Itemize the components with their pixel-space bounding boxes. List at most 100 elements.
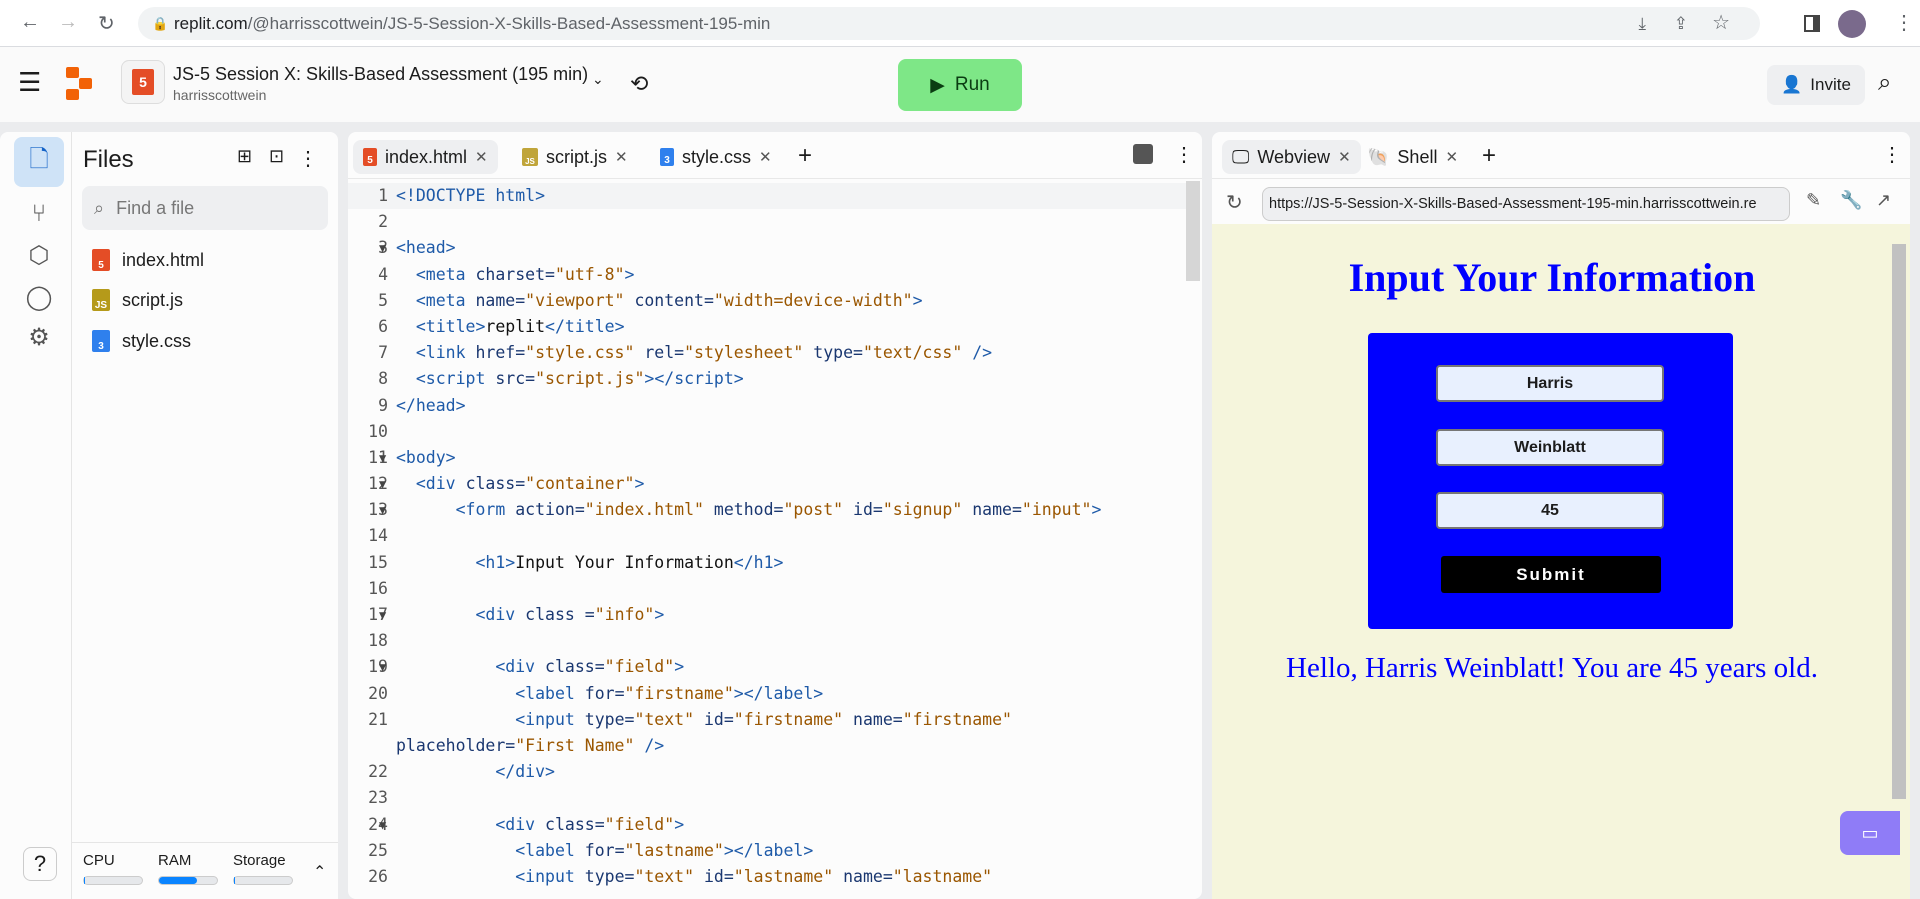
code-line[interactable]: 7 <link href="style.css" rel="stylesheet…: [348, 340, 1202, 366]
code-line[interactable]: placeholder="First Name" />: [348, 733, 1202, 759]
menu-icon[interactable]: ☰: [18, 67, 41, 98]
close-icon[interactable]: ✕: [1338, 148, 1351, 166]
fold-arrow-icon[interactable]: ▼: [379, 654, 386, 680]
code-line[interactable]: 8 <script src="script.js"></script>: [348, 366, 1202, 392]
more-options-icon[interactable]: ⋮: [1882, 142, 1902, 167]
chevron-down-icon[interactable]: ⌄: [592, 71, 604, 88]
open-external-icon[interactable]: ↗: [1876, 190, 1891, 211]
fold-arrow-icon[interactable]: ▼: [379, 445, 386, 471]
age-input[interactable]: 45: [1436, 492, 1664, 529]
close-icon[interactable]: ✕: [615, 148, 628, 166]
tab-style-css[interactable]: 3 style.css ✕: [650, 140, 782, 174]
lastname-input[interactable]: Weinblatt: [1436, 429, 1664, 466]
code-line[interactable]: 4 <meta charset="utf-8">: [348, 262, 1202, 288]
code-line[interactable]: 18: [348, 628, 1202, 654]
code-line[interactable]: 6 <title>replit</title>: [348, 314, 1202, 340]
tab-index-html[interactable]: 5 index.html ✕: [353, 140, 498, 174]
more-options-icon[interactable]: ⋮: [298, 146, 318, 171]
new-tab-plus-icon[interactable]: +: [798, 142, 812, 170]
forward-icon[interactable]: →: [58, 11, 78, 34]
code-line[interactable]: 26 <input type="text" id="lastname" name…: [348, 864, 1202, 890]
new-tab-plus-icon[interactable]: +: [1482, 142, 1496, 170]
tool-rail: 🗋 ⑂ ⬡ ◯ ⚙ ?: [0, 132, 71, 899]
address-bar[interactable]: 🔒 replit.com/@harrisscottwein/JS-5-Sessi…: [138, 7, 1760, 40]
code-area[interactable]: 1 <!DOCTYPE html> 2 3 ▼ <head> 4 <meta charset…: [348, 181, 1202, 899]
editor-scrollbar[interactable]: [1186, 181, 1200, 281]
cpu-bar: [83, 876, 143, 885]
code-line[interactable]: 17 ▼ <div class ="info">: [348, 602, 1202, 628]
side-panel-icon[interactable]: [1804, 15, 1820, 32]
code-line[interactable]: 10: [348, 419, 1202, 445]
webview-url-input[interactable]: https://JS-5-Session-X-Skills-Based-Asse…: [1262, 187, 1790, 221]
file-search-input[interactable]: ⌕ Find a file: [82, 186, 328, 230]
back-icon[interactable]: ←: [20, 11, 40, 34]
js-file-icon: JS: [522, 148, 538, 166]
code-line[interactable]: 9 </head>: [348, 393, 1202, 419]
code-line[interactable]: 3 ▼ <head>: [348, 235, 1202, 261]
submit-button[interactable]: Submit: [1441, 556, 1661, 593]
tab-webview[interactable]: 🖵 Webview ✕: [1222, 140, 1361, 174]
close-icon[interactable]: ✕: [475, 148, 488, 166]
firstname-input[interactable]: Harris: [1436, 365, 1664, 402]
code-line[interactable]: 14: [348, 523, 1202, 549]
add-user-icon: 👤: [1781, 75, 1803, 94]
close-icon[interactable]: ✕: [759, 148, 772, 166]
reload-icon[interactable]: ↻: [1226, 190, 1243, 215]
bookmark-star-icon[interactable]: ☆: [1712, 7, 1730, 40]
replit-logo[interactable]: [66, 67, 94, 101]
tab-script-js[interactable]: JS script.js ✕: [512, 140, 638, 174]
share-icon[interactable]: ⇪: [1674, 7, 1688, 40]
new-folder-icon[interactable]: ⊡: [269, 146, 284, 167]
code-line[interactable]: 20 <label for="firstname"></label>: [348, 681, 1202, 707]
chat-feedback-icon[interactable]: ▭: [1840, 811, 1900, 855]
repl-owner[interactable]: harrisscottwein: [173, 87, 266, 103]
code-line[interactable]: 1 <!DOCTYPE html>: [348, 183, 1202, 209]
chevron-up-icon[interactable]: ⌃: [313, 862, 326, 882]
fold-arrow-icon[interactable]: ▼: [379, 235, 386, 261]
code-line[interactable]: 23: [348, 785, 1202, 811]
line-number: 23: [368, 788, 388, 808]
help-button[interactable]: ?: [23, 847, 57, 881]
fold-arrow-icon[interactable]: ▼: [379, 471, 386, 497]
fold-arrow-icon[interactable]: ▼: [379, 497, 386, 523]
code-line[interactable]: 13 ▼ <form action="index.html" method="po…: [348, 497, 1202, 523]
search-icon[interactable]: ⌕: [1878, 69, 1891, 97]
code-line[interactable]: 5 <meta name="viewport" content="width=d…: [348, 288, 1202, 314]
history-icon[interactable]: ⟲: [630, 71, 648, 97]
code-line[interactable]: 25 <label for="lastname"></label>: [348, 838, 1202, 864]
files-tool-icon[interactable]: 🗋: [14, 137, 64, 187]
code-line[interactable]: 2: [348, 209, 1202, 235]
profile-avatar[interactable]: [1838, 10, 1866, 38]
code-line[interactable]: 16: [348, 576, 1202, 602]
file-item-style-css[interactable]: 3 style.css: [92, 330, 191, 352]
settings-gear-icon[interactable]: ⚙: [14, 312, 64, 362]
file-item-index-html[interactable]: 5 index.html: [92, 249, 204, 271]
fold-arrow-icon[interactable]: ▼: [379, 602, 386, 628]
code-line[interactable]: 19 ▼ <div class="field">: [348, 654, 1202, 680]
pencil-icon[interactable]: ✎: [1806, 190, 1821, 211]
repl-title[interactable]: JS-5 Session X: Skills-Based Assessment …: [173, 64, 588, 85]
tab-shell[interactable]: 🐚 Shell ✕: [1357, 140, 1468, 174]
browser-menu-icon[interactable]: ⋮: [1894, 10, 1914, 35]
outline-icon[interactable]: [1133, 144, 1153, 164]
close-icon[interactable]: ✕: [1445, 148, 1458, 166]
code-line[interactable]: 24 ▼ <div class="field">: [348, 812, 1202, 838]
ram-bar: [158, 876, 218, 885]
more-options-icon[interactable]: ⋮: [1174, 142, 1194, 167]
wrench-icon[interactable]: 🔧: [1840, 190, 1862, 211]
code-line[interactable]: 12 ▼ <div class="container">: [348, 471, 1202, 497]
code-line[interactable]: 15 <h1>Input Your Information</h1>: [348, 550, 1202, 576]
install-icon[interactable]: ⤓: [1638, 7, 1646, 40]
code-line[interactable]: 11 ▼ <body>: [348, 445, 1202, 471]
code-line[interactable]: 21 <input type="text" id="firstname" nam…: [348, 707, 1202, 733]
webview-scrollbar[interactable]: [1892, 244, 1906, 799]
code-text: <body>: [396, 447, 456, 467]
reload-icon[interactable]: ↻: [98, 11, 115, 36]
file-item-script-js[interactable]: JS script.js: [92, 289, 183, 311]
fold-arrow-icon[interactable]: ▼: [379, 812, 386, 838]
invite-button[interactable]: 👤 Invite: [1767, 65, 1865, 105]
new-file-icon[interactable]: ⊞: [237, 146, 252, 167]
code-line[interactable]: 22 </div>: [348, 759, 1202, 785]
line-number: 10: [368, 421, 388, 441]
run-button[interactable]: ▶ Run: [898, 59, 1022, 111]
